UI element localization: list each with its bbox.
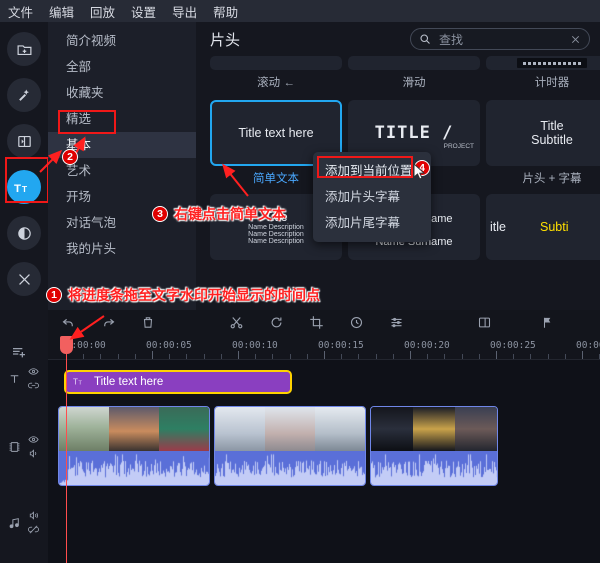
template-card-slide[interactable]: 滑动	[348, 56, 480, 90]
menu-settings[interactable]: 设置	[131, 2, 156, 21]
template-thumb	[348, 56, 480, 70]
template-card-timer[interactable]: 计时器	[486, 56, 600, 90]
sidebar-item-all[interactable]: 全部	[48, 54, 196, 80]
menu-bar: 文件 编辑 回放 设置 导出 帮助	[0, 0, 600, 22]
template-thumb	[210, 56, 342, 70]
sidebar-item-intro[interactable]: 简介视频	[48, 28, 196, 54]
page-title: 片头	[210, 31, 241, 49]
template-thumb	[486, 56, 600, 70]
menu-file[interactable]: 文件	[8, 2, 33, 21]
search-input[interactable]: 查找	[410, 28, 590, 50]
search-placeholder: 查找	[439, 32, 464, 47]
annotation-arrows	[39, 136, 249, 340]
video-clip-1[interactable]	[58, 406, 210, 486]
audio-waveform	[371, 451, 497, 485]
text-clip-icon: T T	[73, 378, 82, 387]
svg-text:T: T	[78, 381, 82, 387]
audio-waveform	[215, 451, 365, 485]
browser-header: 片头 查找	[196, 22, 600, 56]
template-label: 滑动	[402, 77, 426, 89]
timer-dots-icon	[517, 58, 587, 68]
close-icon[interactable]	[570, 34, 581, 45]
menu-help[interactable]: 帮助	[213, 2, 238, 21]
playhead[interactable]	[60, 336, 73, 563]
search-icon	[420, 34, 430, 44]
annotation-badge-1: 1	[46, 287, 62, 303]
annotation-badge-3: 3	[152, 206, 168, 222]
timeline-text-clip-label: Title text here	[94, 376, 164, 388]
audio-waveform	[59, 451, 209, 485]
timeline[interactable]: 00:00:00 00:00:05 00:00:10 00:00:15 00:0…	[48, 336, 600, 563]
menu-export[interactable]: 导出	[172, 2, 197, 21]
annotation-text-1: 将进度条拖至文字水印开始显示的时间点	[68, 287, 320, 303]
menu-edit[interactable]: 编辑	[49, 2, 74, 21]
template-card-scroll[interactable]: 滚动 ←	[210, 56, 342, 90]
clip-thumbnail	[59, 407, 209, 451]
svg-text:T: T	[73, 378, 78, 387]
video-clip-2[interactable]	[214, 406, 366, 486]
clip-thumbnail	[371, 407, 497, 451]
import-media-icon[interactable]	[7, 32, 41, 66]
template-label: 计时器	[534, 77, 570, 89]
template-row-top: 滚动 ← 滑动 计时器	[196, 56, 600, 90]
annotation-text-3: 右键点击简单文本	[174, 206, 286, 222]
clip-thumbnail	[215, 407, 365, 451]
magic-wand-icon[interactable]	[7, 78, 41, 112]
mouse-cursor-icon	[413, 163, 426, 180]
sidebar-item-favorites[interactable]: 收藏夹	[48, 80, 196, 106]
track-header-column	[0, 338, 48, 563]
template-label: 滚动 ←	[257, 77, 295, 89]
timeline-text-clip[interactable]: T T Title text here	[64, 370, 292, 394]
menu-playback[interactable]: 回放	[90, 2, 115, 21]
annotation-badge-2: 2	[62, 149, 78, 165]
video-clip-3[interactable]	[370, 406, 498, 486]
